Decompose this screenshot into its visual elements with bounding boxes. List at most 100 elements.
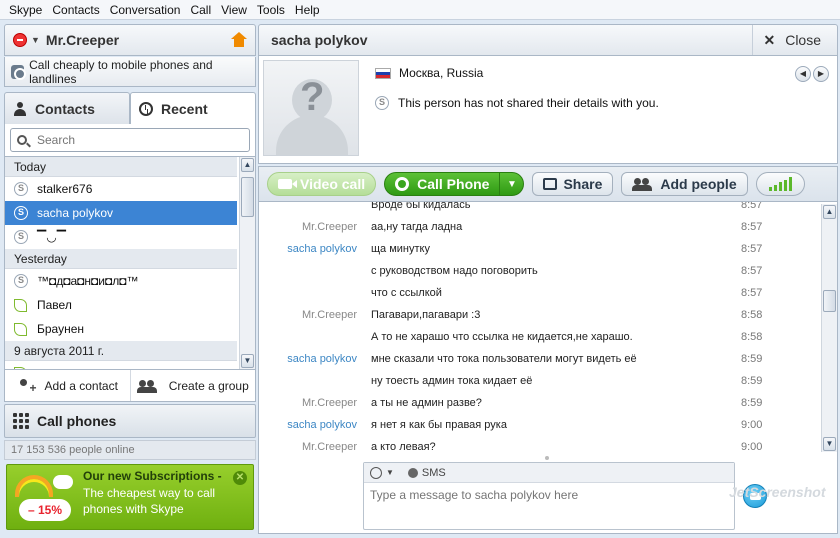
scroll-thumb[interactable] xyxy=(823,290,836,312)
scroll-up-icon[interactable]: ▲ xyxy=(241,158,254,172)
scroll-down-icon[interactable]: ▼ xyxy=(823,437,836,451)
menu-tools[interactable]: Tools xyxy=(252,3,290,17)
skype-contact-icon: S xyxy=(14,182,28,196)
chevron-down-icon[interactable]: ▼ xyxy=(386,468,394,477)
tab-recent-label: Recent xyxy=(161,100,208,117)
message-text: Вроде бы кидалась xyxy=(371,202,471,211)
menu-contacts[interactable]: Contacts xyxy=(47,3,104,17)
menu-conversation[interactable]: Conversation xyxy=(105,3,186,17)
call-phone-button[interactable]: Call Phone ▼ xyxy=(384,172,525,196)
close-button[interactable]: ✕ Close xyxy=(752,25,837,55)
message-text: я нет я как бы правая рука xyxy=(371,419,507,431)
list-item[interactable]: S stalker676 xyxy=(5,177,237,201)
message-time: 8:59 xyxy=(741,375,763,387)
video-call-button[interactable]: Video call xyxy=(267,172,377,196)
search-box[interactable] xyxy=(10,128,250,152)
message-time: 8:58 xyxy=(741,309,763,321)
details-text: This person has not shared their details… xyxy=(398,96,659,110)
contact-actions: Add a contact Create a group xyxy=(4,370,256,402)
list-item[interactable]: S ▔◡▔ xyxy=(5,225,237,249)
message-time: 8:57 xyxy=(741,202,763,211)
list-item[interactable]: Павел xyxy=(5,293,237,317)
message-text: аа,ну тагда ладна xyxy=(371,221,463,233)
menu-view[interactable]: View xyxy=(216,3,252,17)
sms-button[interactable]: SMS xyxy=(422,467,446,479)
home-icon[interactable] xyxy=(231,32,247,48)
call-phones-button[interactable]: Call phones xyxy=(4,404,256,438)
add-contact-button[interactable]: Add a contact xyxy=(5,370,130,401)
message-sender: Mr.Creeper xyxy=(301,309,357,321)
message-sender: Mr.Creeper xyxy=(301,397,357,409)
share-icon xyxy=(543,178,558,190)
contacts-scrollbar[interactable]: ▲ ▼ xyxy=(239,157,255,369)
menu-bar: Skype Contacts Conversation Call View To… xyxy=(0,0,840,20)
tab-contacts[interactable]: Contacts xyxy=(4,92,130,124)
contact-location: Москва, Russia xyxy=(375,66,483,80)
online-status-icon xyxy=(14,298,27,312)
scroll-down-icon[interactable]: ▼ xyxy=(241,354,254,368)
promo-body: The cheapest way to call phones with Sky… xyxy=(83,486,216,516)
list-item-selected[interactable]: S sacha polykov xyxy=(5,201,237,225)
resize-grip[interactable] xyxy=(545,456,549,460)
chat-message: Mr.Creeper аа,ну тагда ладна 8:57 xyxy=(259,216,821,238)
contact-details: S This person has not shared their detai… xyxy=(375,96,659,110)
menu-help[interactable]: Help xyxy=(290,3,325,17)
conversation-title: sacha polykov xyxy=(271,32,368,48)
promo-title[interactable]: Our new Subscriptions - xyxy=(83,469,222,483)
message-text: а кто левая? xyxy=(371,441,436,453)
promo-badge: – 15% xyxy=(13,471,77,525)
chevron-down-icon[interactable]: ▼ xyxy=(31,35,40,45)
call-cheaply-banner[interactable]: Call cheaply to mobile phones and landli… xyxy=(4,57,256,87)
add-people-label: Add people xyxy=(660,176,737,192)
share-button[interactable]: Share xyxy=(532,172,614,196)
contact-name: Браунен xyxy=(37,322,85,336)
chat-history: Вроде бы кидалась 8:57 Mr.Creeper аа,ну … xyxy=(258,202,838,454)
left-panel: ▼ Mr.Creeper Call cheaply to mobile phon… xyxy=(4,22,256,534)
online-count: 17 153 536 people online xyxy=(4,440,256,460)
subscription-promo[interactable]: – 15% Our new Subscriptions - The cheape… xyxy=(6,464,254,530)
call-phones-label: Call phones xyxy=(37,413,117,429)
chat-message: sacha polykov я нет я как бы правая рука… xyxy=(259,414,821,436)
contact-name: Павел xyxy=(37,298,72,312)
message-text: с руководством надо поговорить xyxy=(371,265,538,277)
close-icon[interactable]: ✕ xyxy=(233,471,247,485)
skype-contact-icon: S xyxy=(14,206,28,220)
menu-call[interactable]: Call xyxy=(185,3,216,17)
list-item[interactable]: Браунен xyxy=(5,317,237,341)
status-icon[interactable] xyxy=(13,33,27,47)
create-group-button[interactable]: Create a group xyxy=(129,370,256,401)
add-people-button[interactable]: Add people xyxy=(621,172,748,196)
tab-recent[interactable]: Recent xyxy=(130,92,256,124)
profile-bar[interactable]: ▼ Mr.Creeper xyxy=(4,24,256,56)
menu-skype[interactable]: Skype xyxy=(4,3,47,17)
call-quality-button[interactable] xyxy=(755,172,805,196)
chevron-right-icon[interactable]: ▶ xyxy=(813,66,829,82)
group-header-date: 9 августа 2011 г. xyxy=(5,341,237,361)
avatar: ? xyxy=(263,60,359,156)
chevron-left-icon[interactable]: ◀ xyxy=(795,66,811,82)
chevron-down-icon[interactable]: ▼ xyxy=(499,172,523,196)
message-sender: Mr.Creeper xyxy=(301,441,357,453)
search-area xyxy=(4,124,256,156)
message-time: 9:00 xyxy=(741,441,763,453)
promo-discount: – 15% xyxy=(19,499,71,521)
online-status-icon xyxy=(14,322,27,336)
contact-tabs: Contacts Recent xyxy=(4,92,256,124)
search-input[interactable] xyxy=(37,133,227,147)
chat-message: sacha polykov ща минутку 8:57 xyxy=(259,238,821,260)
chat-scrollbar[interactable]: ▲ ▼ xyxy=(821,204,837,452)
contact-name: sacha polykov xyxy=(37,206,114,220)
list-item[interactable]: S ™◘д◘а◘н◘и◘л◘™ xyxy=(5,269,237,293)
scroll-thumb[interactable] xyxy=(241,177,254,217)
scroll-up-icon[interactable]: ▲ xyxy=(823,205,836,219)
add-contact-label: Add a contact xyxy=(44,378,118,393)
chat-message: Mr.Creeper а ты не админ разве? 8:59 xyxy=(259,392,821,414)
message-time: 8:57 xyxy=(741,265,763,277)
emoticon-icon[interactable] xyxy=(370,466,382,479)
chat-message: Mr.Creeper а кто левая? 9:00 xyxy=(259,436,821,454)
call-cheaply-text: Call cheaply to mobile phones and landli… xyxy=(29,57,213,86)
list-item[interactable] xyxy=(5,361,237,369)
profile-name[interactable]: Mr.Creeper xyxy=(46,32,231,48)
message-input[interactable] xyxy=(364,484,734,529)
contact-name: ™◘д◘а◘н◘и◘л◘™ xyxy=(37,274,139,288)
